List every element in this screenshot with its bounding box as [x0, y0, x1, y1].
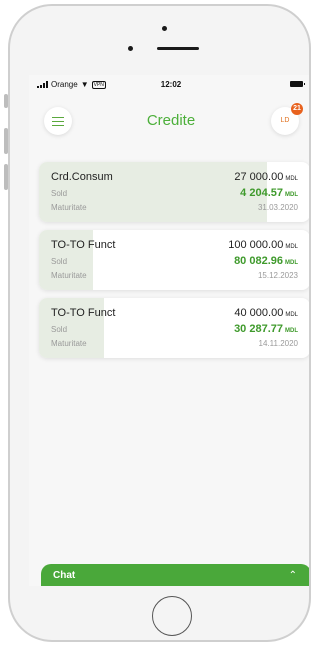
credit-name: TO-TO Funct: [51, 307, 116, 319]
credit-amount-value: 100 000.00: [228, 239, 284, 251]
balance-label: Sold: [51, 257, 68, 266]
credit-amount: 100 000.00 MDL: [228, 239, 298, 251]
credit-amount: 40 000.00 MDL: [234, 307, 298, 319]
status-time: 12:02: [160, 80, 182, 89]
credit-balance-value: 80 082.96: [234, 255, 283, 267]
balance-label: Sold: [51, 325, 68, 334]
notification-badge: 21: [291, 103, 303, 115]
credit-balance-value: 30 287.77: [234, 323, 283, 335]
credit-name: Crd.Consum: [51, 171, 113, 183]
maturity-label: Maturitate: [51, 271, 87, 280]
credit-name: TO-TO Funct: [51, 239, 116, 251]
currency-label: MDL: [285, 328, 298, 334]
currency-label: MDL: [285, 192, 298, 198]
credit-balance: 30 287.77 MDL: [234, 323, 298, 335]
app-screen: Orange ▼ VPN 12:02 Credite LD 21 Crd.Con…: [29, 75, 309, 586]
currency-label: MDL: [285, 312, 298, 318]
avatar-initials: LD: [280, 117, 290, 124]
credit-balance: 80 082.96 MDL: [234, 255, 298, 267]
credit-card[interactable]: TO-TO Funct 100 000.00 MDL Sold 80 082.96…: [39, 230, 309, 290]
maturity-label: Maturitate: [51, 339, 87, 348]
home-button[interactable]: [152, 596, 192, 636]
credit-amount-value: 27 000.00: [234, 171, 284, 183]
chevron-up-icon: ⌃: [288, 570, 297, 581]
status-bar: Orange ▼ VPN 12:02: [29, 75, 309, 95]
chat-label: Chat: [53, 570, 76, 581]
chat-bar[interactable]: Chat ⌃: [41, 564, 309, 586]
credit-amount: 27 000.00 MDL: [234, 171, 298, 183]
currency-label: MDL: [285, 260, 298, 266]
app-header: Credite LD 21: [29, 99, 309, 143]
credit-amount-value: 40 000.00: [234, 307, 284, 319]
maturity-date: 15.12.2023: [257, 271, 298, 280]
sensor-icon: [128, 46, 133, 51]
currency-label: MDL: [285, 244, 298, 250]
earpiece-speaker: [157, 47, 199, 50]
credit-balance: 4 204.57 MDL: [240, 187, 298, 199]
camera-icon: [162, 26, 167, 31]
maturity-date: 14.11.2020: [258, 339, 298, 348]
page-title: Credite: [146, 112, 196, 129]
maturity-date: 31.03.2020: [257, 203, 298, 212]
battery-icon: [290, 81, 305, 87]
credit-balance-value: 4 204.57: [240, 187, 283, 199]
credit-card[interactable]: TO-TO Funct 40 000.00 MDL Sold 30 287.77 M…: [39, 298, 309, 358]
balance-label: Sold: [51, 189, 68, 198]
maturity-label: Maturitate: [51, 203, 87, 212]
phone-frame: Orange ▼ VPN 12:02 Credite LD 21 Crd.Con…: [8, 4, 311, 642]
credit-card[interactable]: Crd.Consum 27 000.00 MDL Sold 4 204.57 MDL…: [39, 162, 309, 222]
currency-label: MDL: [285, 176, 298, 182]
